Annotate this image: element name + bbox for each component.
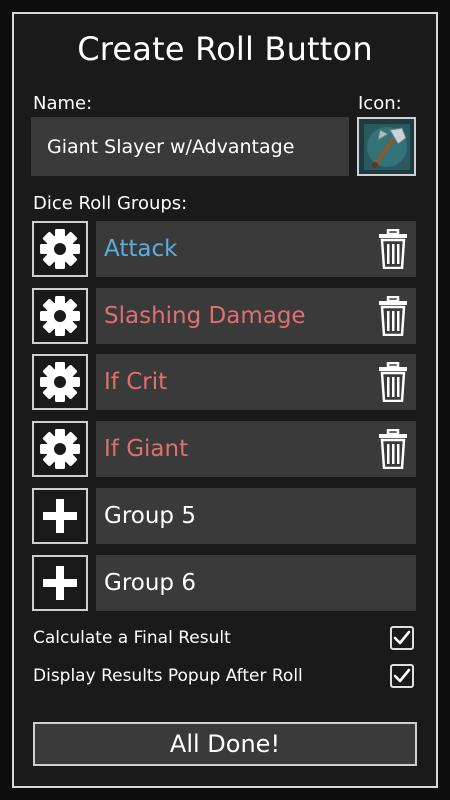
- icon-picker-button[interactable]: [357, 117, 416, 176]
- group-row[interactable]: Slashing Damage: [96, 287, 416, 344]
- checkmark-icon: [393, 668, 411, 683]
- group-label: If Crit: [104, 369, 168, 396]
- group-row[interactable]: Attack: [96, 221, 416, 277]
- name-input[interactable]: Giant Slayer w/Advantage: [31, 117, 349, 176]
- gear-icon: [38, 427, 82, 471]
- gear-icon: [38, 227, 82, 271]
- option-label: Display Results Popup After Roll: [33, 666, 303, 686]
- group-row[interactable]: If Giant: [96, 421, 416, 478]
- group-settings-button[interactable]: [32, 421, 88, 478]
- all-done-button[interactable]: All Done!: [33, 722, 417, 766]
- group-row[interactable]: Group 5: [96, 487, 416, 544]
- all-done-label: All Done!: [169, 730, 281, 758]
- gear-icon: [38, 360, 82, 404]
- add-group-button[interactable]: [32, 487, 88, 544]
- icon-label: Icon:: [358, 93, 402, 114]
- option-label: Calculate a Final Result: [33, 628, 231, 648]
- group-row[interactable]: If Crit: [96, 354, 416, 411]
- trash-icon[interactable]: [378, 362, 408, 403]
- plus-icon: [40, 496, 80, 536]
- plus-icon: [40, 563, 80, 603]
- option-checkbox[interactable]: [390, 626, 414, 650]
- add-group-button[interactable]: [32, 554, 88, 611]
- name-label: Name:: [33, 93, 93, 114]
- group-label: Slashing Damage: [104, 302, 306, 329]
- group-label: Group 5: [104, 502, 196, 529]
- group-settings-button[interactable]: [32, 354, 88, 411]
- group-label: If Giant: [104, 436, 189, 463]
- dialog-title: Create Roll Button: [77, 30, 373, 68]
- name-input-value: Giant Slayer w/Advantage: [47, 135, 295, 158]
- trash-icon[interactable]: [378, 229, 408, 269]
- group-label: Attack: [104, 236, 178, 262]
- group-settings-button[interactable]: [32, 221, 88, 277]
- groups-label: Dice Roll Groups:: [33, 193, 188, 214]
- option-checkbox[interactable]: [390, 664, 414, 688]
- axe-icon: [363, 123, 410, 170]
- group-label: Group 6: [104, 569, 196, 596]
- trash-icon[interactable]: [378, 295, 408, 336]
- checkmark-icon: [393, 630, 411, 645]
- gear-icon: [38, 294, 82, 338]
- trash-icon[interactable]: [378, 429, 408, 470]
- group-row[interactable]: Group 6: [96, 554, 416, 611]
- group-settings-button[interactable]: [32, 287, 88, 344]
